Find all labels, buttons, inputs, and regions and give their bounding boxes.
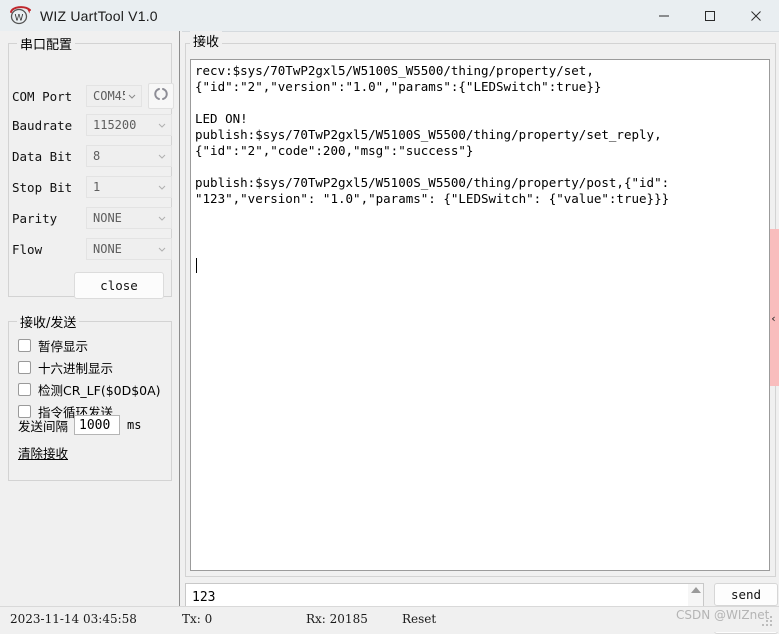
checkbox-box-icon <box>18 361 31 374</box>
flow-select[interactable]: NONE <box>86 238 172 260</box>
checkbox-detect-crlf-label: 检测CR_LF($0D$0A) <box>38 380 161 399</box>
checkbox-box-icon <box>18 339 31 352</box>
com-port-row: COM Port COM45 <box>12 83 174 109</box>
checkbox-hex-display-label: 十六进制显示 <box>38 358 113 377</box>
minimize-icon <box>658 10 670 22</box>
com-port-value: COM45 <box>93 89 125 103</box>
status-tx-count: Tx: 0 <box>182 612 212 626</box>
data-bit-select[interactable]: 8 <box>86 145 172 167</box>
receive-group: recv:$sys/70TwP2gxl5/W5100S_W5500/thing/… <box>185 43 776 577</box>
close-window-button[interactable] <box>733 0 779 31</box>
stop-bit-row: Stop Bit 1 <box>12 176 172 198</box>
parity-row: Parity NONE <box>12 207 172 229</box>
chevron-down-icon <box>127 91 137 101</box>
clear-receive-link[interactable]: 清除接收 <box>18 443 68 462</box>
chevron-down-icon <box>157 120 167 130</box>
parity-select[interactable]: NONE <box>86 207 172 229</box>
status-datetime: 2023-11-14 03:45:58 <box>10 612 137 626</box>
flow-label: Flow <box>12 242 86 257</box>
checkbox-pause-display-label: 暂停显示 <box>38 336 88 355</box>
send-interval-input[interactable]: 1000 <box>74 415 120 435</box>
data-bit-value: 8 <box>93 149 155 163</box>
data-bit-label: Data Bit <box>12 149 86 164</box>
baudrate-row: Baudrate 115200 <box>12 114 172 136</box>
recv-send-group-title: 接收/发送 <box>17 312 79 331</box>
close-icon <box>750 10 762 22</box>
send-text-value: 123 <box>192 590 215 605</box>
refresh-ports-button[interactable] <box>148 83 174 109</box>
left-config-panel: 串口配置 COM Port COM45 Baudrate 115200 Data… <box>0 31 178 606</box>
connection-toggle-button[interactable]: close <box>74 272 164 299</box>
stop-bit-label: Stop Bit <box>12 180 86 195</box>
panel-splitter[interactable] <box>178 31 182 606</box>
chevron-down-icon <box>157 213 167 223</box>
com-port-select[interactable]: COM45 <box>86 85 142 107</box>
baudrate-value: 115200 <box>93 118 155 132</box>
flow-value: NONE <box>93 242 155 256</box>
watermark-text: CSDN @WIZnet <box>676 608 769 622</box>
receive-textarea[interactable]: recv:$sys/70TwP2gxl5/W5100S_W5500/thing/… <box>190 59 770 571</box>
collapse-left-chevron-icon[interactable]: ‹ <box>769 311 778 325</box>
checkbox-hex-display[interactable]: 十六进制显示 <box>18 358 113 377</box>
checkbox-detect-crlf[interactable]: 检测CR_LF($0D$0A) <box>18 380 161 399</box>
send-interval-label: 发送间隔 <box>18 416 68 435</box>
checkbox-pause-display[interactable]: 暂停显示 <box>18 336 88 355</box>
text-caret <box>196 258 197 273</box>
window-controls <box>641 0 779 31</box>
scroll-up-arrow-icon[interactable] <box>691 587 701 593</box>
receive-text: recv:$sys/70TwP2gxl5/W5100S_W5500/thing/… <box>195 63 765 207</box>
chevron-down-icon <box>157 151 167 161</box>
svg-text:W: W <box>15 13 24 23</box>
send-interval-row: 发送间隔 1000 ms <box>18 415 141 435</box>
flow-row: Flow NONE <box>12 238 172 260</box>
maximize-icon <box>704 10 716 22</box>
status-reset-button[interactable]: Reset <box>402 612 436 626</box>
chevron-down-icon <box>157 244 167 254</box>
com-port-label: COM Port <box>12 89 86 104</box>
maximize-button[interactable] <box>687 0 733 31</box>
parity-label: Parity <box>12 211 86 226</box>
window-title: WIZ UartTool V1.0 <box>40 8 158 24</box>
chevron-down-icon <box>157 182 167 192</box>
status-bar: 2023-11-14 03:45:58 Tx: 0 Rx: 20185 Rese… <box>0 606 779 632</box>
status-rx-count: Rx: 20185 <box>306 612 368 626</box>
receive-group-title: 接收 <box>190 31 222 50</box>
data-bit-row: Data Bit 8 <box>12 145 172 167</box>
collapse-side-panel-tab[interactable] <box>770 229 779 386</box>
stop-bit-select[interactable]: 1 <box>86 176 172 198</box>
main-panel: recv:$sys/70TwP2gxl5/W5100S_W5500/thing/… <box>183 31 779 606</box>
serial-config-group-title: 串口配置 <box>17 34 75 53</box>
parity-value: NONE <box>93 211 155 225</box>
send-interval-unit: ms <box>127 418 141 432</box>
refresh-ports-icon <box>154 87 168 106</box>
checkbox-box-icon <box>18 383 31 396</box>
title-bar: W WIZ UartTool V1.0 <box>0 0 779 32</box>
send-button[interactable]: send <box>714 583 778 606</box>
baudrate-label: Baudrate <box>12 118 86 133</box>
wiznet-w-logo-icon: W <box>8 5 34 27</box>
stop-bit-value: 1 <box>93 180 155 194</box>
baudrate-select[interactable]: 115200 <box>86 114 172 136</box>
minimize-button[interactable] <box>641 0 687 31</box>
resize-grip[interactable] <box>762 616 774 628</box>
